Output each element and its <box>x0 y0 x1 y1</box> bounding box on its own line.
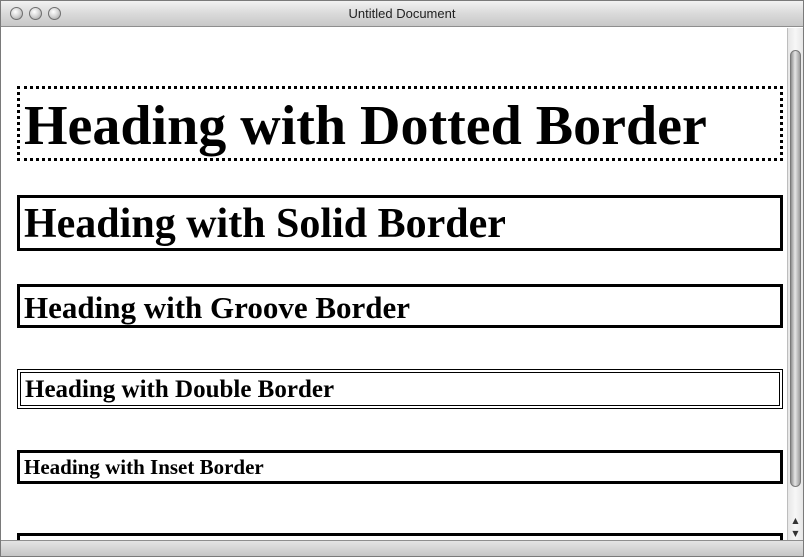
scroll-down-arrow-icon[interactable]: ▼ <box>788 527 803 540</box>
scrollbar-thumb[interactable] <box>790 50 801 487</box>
browser-window: Untitled Document Heading with Dotted Bo… <box>0 0 804 557</box>
vertical-scrollbar[interactable]: ▲ ▼ <box>787 28 803 541</box>
heading-dotted-border: Heading with Dotted Border <box>17 85 783 161</box>
scroll-up-arrow-icon[interactable]: ▲ <box>788 514 803 527</box>
title-bar[interactable]: Untitled Document <box>1 1 803 27</box>
heading-inset-border: Heading with Inset Border <box>17 450 783 485</box>
heading-solid-border: Heading with Solid Border <box>17 194 783 251</box>
heading-groove-border: Heading with Groove Border <box>17 284 783 328</box>
window-bottom-bar <box>1 540 803 556</box>
heading-double-border: Heading with Double Border <box>17 369 783 410</box>
document-content: Heading with Dotted Border Heading with … <box>1 28 788 541</box>
window-title: Untitled Document <box>348 6 456 21</box>
